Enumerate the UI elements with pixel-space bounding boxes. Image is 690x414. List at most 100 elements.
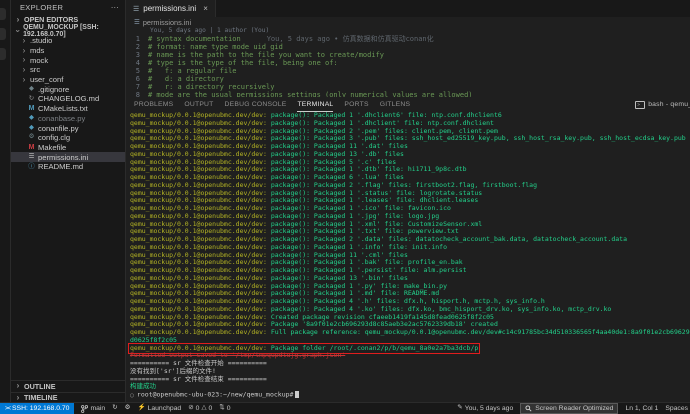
- chevron-right-icon: ›: [15, 394, 21, 402]
- code-text: # d: a directory: [148, 75, 224, 83]
- sync-icon[interactable]: ↻: [112, 405, 117, 412]
- activity-bar-icon[interactable]: [0, 28, 6, 40]
- activity-bar[interactable]: [0, 0, 11, 403]
- tree-file-Makefile[interactable]: MMakefile: [11, 143, 125, 153]
- launchpad-label: Launchpad: [148, 405, 182, 412]
- cursor-position[interactable]: Ln 1, Col 1: [625, 405, 658, 412]
- panel-tab-bar: PROBLEMS OUTPUT DEBUG CONSOLE TERMINAL PORTS…: [126, 97, 690, 112]
- activity-bar-icon[interactable]: [0, 8, 6, 20]
- error-count: 0: [196, 405, 200, 412]
- tree-file-conanbase.py[interactable]: ◆conanbase.py: [11, 114, 125, 124]
- panel-tab-output[interactable]: OUTPUT: [184, 97, 213, 112]
- tree-item-label: .studio: [30, 36, 52, 45]
- tree-file-CHANGELOG.md[interactable]: ↻CHANGELOG.md: [11, 94, 125, 104]
- terminal-line: qemu_mockup/0.0.1@openubmc.dev/dev: Full…: [130, 329, 690, 337]
- tree-folder-src[interactable]: ›src: [11, 65, 125, 75]
- panel-tab-problems[interactable]: PROBLEMS: [134, 97, 173, 112]
- ports-indicator[interactable]: ⇅ 0: [219, 405, 230, 412]
- chevron-right-icon: ›: [21, 76, 27, 84]
- file-type-icon: ◆: [28, 86, 35, 93]
- panel-tab-ports[interactable]: PORTS: [344, 97, 368, 112]
- remote-icon: ><: [5, 406, 10, 412]
- pencil-icon: ✎: [457, 405, 462, 412]
- tree-item-label: user_conf: [30, 75, 63, 84]
- chevron-right-icon: ›: [21, 56, 27, 64]
- breadcrumb-item[interactable]: permissions.ini: [143, 18, 191, 27]
- magnifier-icon: [525, 405, 532, 412]
- terminal-text: Full package reference: qemu_mockup/0.0.…: [271, 328, 690, 336]
- explorer-file-tree: ›.studio›mds›mock›src›user_conf◆.gitigno…: [11, 36, 125, 172]
- status-bar: >< SSH: 192.168.0.70 main ↻ ⚙ ⚡ Launchpa…: [0, 402, 690, 414]
- code-text: # format: name type mode uid gid: [148, 43, 283, 51]
- close-icon[interactable]: ×: [203, 4, 208, 13]
- tab-permissions-ini[interactable]: ☰ permissions.ini ×: [126, 0, 216, 17]
- prompt-text: root@openubmc-ubu-023:~/new/qemu_mockup#: [137, 391, 294, 399]
- indentation-indicator[interactable]: Spaces: [665, 405, 688, 412]
- chevron-right-icon: ›: [15, 382, 21, 390]
- tree-file-conanfile.py[interactable]: ◆conanfile.py: [11, 123, 125, 133]
- bottom-panel: PROBLEMS OUTPUT DEBUG CONSOLE TERMINAL PORTS…: [126, 97, 690, 403]
- tree-file-.gitignore[interactable]: ◆.gitignore: [11, 84, 125, 94]
- breadcrumb[interactable]: ☰ permissions.ini: [126, 17, 690, 27]
- command-decoration-icon: ○: [130, 391, 134, 399]
- terminal-output[interactable]: qemu_mockup/0.0.1@openubmc.dev/dev: pack…: [126, 112, 690, 403]
- workspace-root[interactable]: › QEMU_MOCKUP [SSH: 192.168.0.70]: [11, 25, 125, 36]
- tree-folder-user_conf[interactable]: ›user_conf: [11, 75, 125, 85]
- line-number: 1: [126, 35, 148, 43]
- tree-folder-mds[interactable]: ›mds: [11, 46, 125, 56]
- tree-item-label: conanbase.py: [38, 114, 85, 123]
- panel-tab-gitlens[interactable]: GITLENS: [380, 97, 410, 112]
- terminal-session-item[interactable]: > bash - qemu_mo: [635, 97, 690, 112]
- terminal-prompt[interactable]: ○root@openubmc-ubu-023:~/new/qemu_mockup…: [130, 391, 690, 399]
- chevron-right-icon: ›: [21, 47, 27, 55]
- tree-file-config.clg[interactable]: ⚙config.clg: [11, 133, 125, 143]
- tree-file-CMakeLists.txt[interactable]: MCMakeLists.txt: [11, 104, 125, 114]
- tree-item-label: README.md: [38, 162, 83, 171]
- file-type-icon: M: [28, 105, 35, 112]
- codelens-authors[interactable]: You, 5 days ago | 1 author (You): [126, 27, 690, 35]
- chevron-right-icon: ›: [21, 37, 27, 45]
- tree-item-label: mock: [30, 56, 48, 65]
- bolt-icon: ⚡: [137, 405, 145, 412]
- tree-item-label: src: [30, 65, 40, 74]
- branch-indicator[interactable]: main: [81, 405, 105, 413]
- screen-reader-label: Screen Reader Optimized: [535, 405, 613, 412]
- panel-tab-terminal[interactable]: TERMINAL: [297, 97, 333, 112]
- tree-file-README.md[interactable]: ⓘREADME.md: [11, 162, 125, 172]
- terminal-line: ========== sr 文件检查结束 ==========: [130, 376, 690, 384]
- activity-bar-icon[interactable]: [0, 48, 6, 60]
- chevron-right-icon: ›: [21, 66, 27, 74]
- git-branch-icon: [81, 405, 88, 413]
- problems-indicator[interactable]: ⊘ 0 △ 0: [188, 405, 212, 412]
- bash-icon: >: [635, 101, 645, 109]
- inline-blame: You, 5 days ago • 仿真数据和仿真驱动conan化: [267, 35, 434, 43]
- code-editor[interactable]: You, 5 days ago | 1 author (You) 1# synt…: [126, 27, 690, 97]
- chevron-down-icon: ›: [14, 28, 22, 33]
- file-type-icon: ☰: [28, 154, 35, 161]
- blame-indicator[interactable]: ✎ You, 5 days ago: [457, 405, 513, 412]
- tree-folder-mock[interactable]: ›mock: [11, 55, 125, 65]
- tree-item-label: config.clg: [38, 133, 70, 142]
- line-number: 3: [126, 51, 148, 59]
- tree-file-permissions.ini[interactable]: ☰permissions.ini: [11, 152, 125, 162]
- screen-reader-indicator[interactable]: Screen Reader Optimized: [520, 403, 618, 414]
- tree-item-label: permissions.ini: [38, 153, 88, 162]
- settings-gear-icon[interactable]: ⚙: [125, 405, 131, 412]
- file-type-icon: ⓘ: [28, 164, 35, 171]
- line-number: 6: [126, 75, 148, 83]
- remote-indicator[interactable]: >< SSH: 192.168.0.70: [0, 403, 74, 414]
- tree-item-label: mds: [30, 46, 44, 55]
- launchpad-item[interactable]: ⚡ Launchpad: [137, 405, 181, 412]
- code-line: 6# d: a directory: [126, 75, 690, 83]
- file-type-icon: ◆: [28, 125, 35, 132]
- file-type-icon: ↻: [28, 96, 35, 103]
- panel-tab-debug-console[interactable]: DEBUG CONSOLE: [225, 97, 287, 112]
- more-actions-icon[interactable]: ⋯: [111, 4, 119, 12]
- file-type-icon: ⚙: [28, 134, 35, 141]
- outline-section[interactable]: › OUTLINE: [11, 380, 125, 392]
- code-lines: 1# syntax documentationYou, 5 days ago •…: [126, 35, 690, 98]
- code-line: 2# format: name type mode uid gid: [126, 43, 690, 51]
- code-text: # name is the path to the file you want …: [148, 51, 384, 59]
- code-text: # f: a regular file: [148, 67, 237, 75]
- tree-item-label: .gitignore: [38, 85, 69, 94]
